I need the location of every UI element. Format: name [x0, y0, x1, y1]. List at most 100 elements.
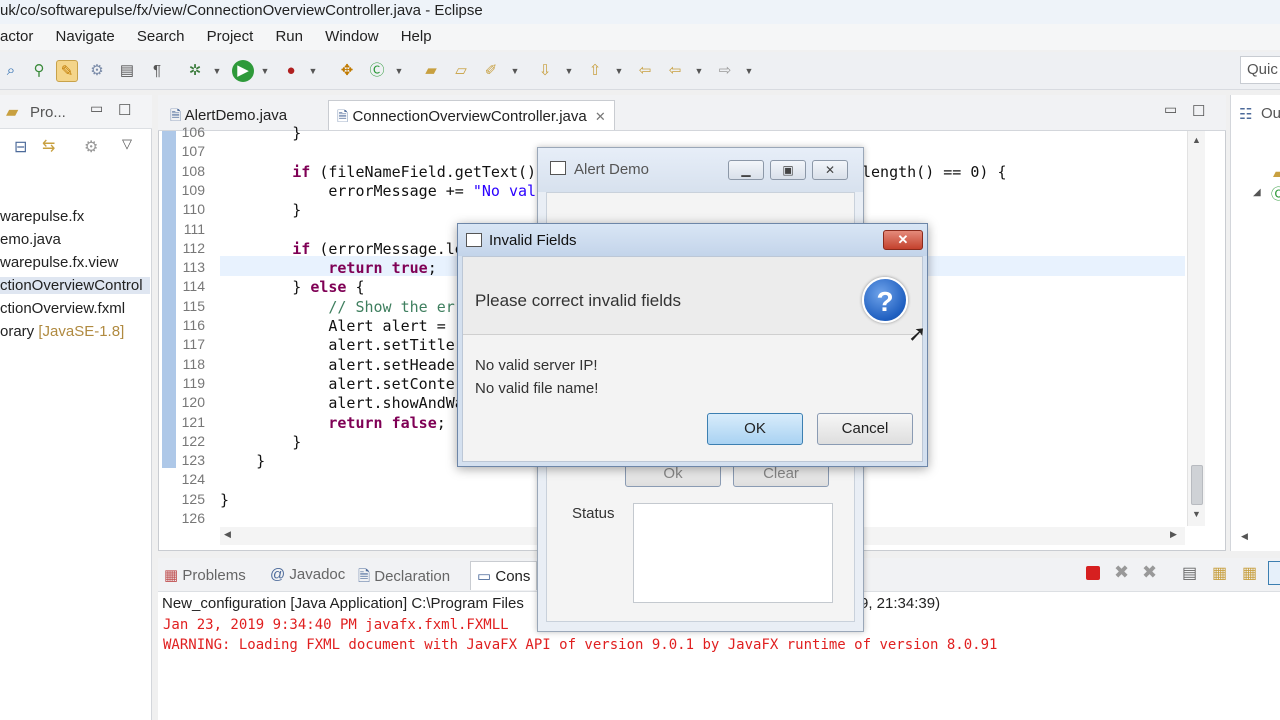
run-dropdown-icon[interactable]: ▼	[260, 60, 270, 82]
minimize-icon[interactable]: ▭	[90, 100, 103, 117]
question-icon: ?	[862, 277, 908, 323]
menu-help[interactable]: Help	[401, 24, 432, 50]
word-wrap-icon[interactable]: ▦	[1242, 563, 1257, 583]
mark-occurrences-icon[interactable]: ✎	[56, 60, 78, 82]
debug-icon[interactable]: ✲	[184, 60, 206, 82]
menu-run[interactable]: Run	[275, 24, 303, 50]
line-number: 117	[182, 336, 205, 352]
line-number: 118	[182, 356, 205, 372]
ok-button[interactable]: OK	[707, 413, 803, 445]
line-number: 121	[181, 414, 205, 430]
package-explorer-tab[interactable]: Pro...	[30, 104, 66, 121]
editor-maximize-icon[interactable]: ☐	[1192, 102, 1205, 120]
tree-item-file[interactable]: emo.java	[0, 231, 61, 248]
scroll-down-icon[interactable]: ▼	[1192, 509, 1201, 519]
new-package-icon[interactable]: ✥	[336, 60, 358, 82]
new-class-icon[interactable]: Ⓒ	[366, 60, 388, 82]
coverage-icon[interactable]: ●	[280, 60, 302, 82]
pin-icon[interactable]: ⚲	[28, 60, 50, 82]
code-line: alert.showAndWa	[220, 394, 464, 412]
java-file-icon: 🗎	[170, 107, 182, 123]
collapse-all-icon[interactable]: ⊟	[14, 137, 27, 157]
paragraph-icon[interactable]: ¶	[146, 60, 168, 82]
launch-info-time: 9, 21:34:39)	[860, 595, 941, 612]
debug-dropdown-icon[interactable]: ▼	[212, 60, 222, 82]
quick-access-input[interactable]: Quic	[1240, 56, 1280, 84]
tab-console[interactable]: ▭ Cons	[470, 561, 538, 590]
close-button[interactable]: ✕	[883, 230, 923, 250]
status-textarea[interactable]	[633, 503, 833, 603]
filter-icon[interactable]: ⚙	[84, 137, 98, 157]
scroll-left-icon[interactable]: ◀	[224, 529, 231, 540]
last-edit-icon[interactable]: ⇦	[634, 60, 656, 82]
view-menu-icon[interactable]: ▽	[122, 136, 132, 152]
tree-item-library[interactable]: orary [JavaSE-1.8]	[0, 323, 124, 340]
code-line: Alert alert = (	[220, 317, 464, 335]
previous-annotation-dropdown-icon[interactable]: ▼	[614, 60, 624, 82]
line-number: 125	[181, 491, 205, 507]
editor-vertical-scrollbar[interactable]: ▲ ▼	[1187, 131, 1205, 526]
clear-console-icon[interactable]: ▤	[1182, 563, 1197, 583]
menu-window[interactable]: Window	[325, 24, 378, 50]
new-class-dropdown-icon[interactable]: ▼	[394, 60, 404, 82]
package-explorer	[0, 95, 152, 720]
coverage-dropdown-icon[interactable]: ▼	[308, 60, 318, 82]
alert-demo-title-bar[interactable]: Alert Demo ▁ ▣ ✕	[538, 148, 863, 192]
tree-item-package[interactable]: warepulse.fx.view	[0, 254, 118, 271]
minimize-button[interactable]: ▁	[728, 160, 764, 180]
menu-search[interactable]: Search	[137, 24, 185, 50]
line-number: 107	[181, 143, 205, 159]
outline-tab[interactable]: Ou	[1261, 105, 1280, 122]
pin-console-icon[interactable]	[1268, 561, 1280, 585]
annotation-dropdown-icon[interactable]: ▼	[510, 60, 520, 82]
scroll-thumb[interactable]	[1191, 465, 1203, 505]
cancel-button[interactable]: Cancel	[817, 413, 913, 445]
expand-icon[interactable]: ◢	[1253, 187, 1261, 198]
dialog-title-bar[interactable]: Invalid Fields ✕	[458, 224, 927, 256]
block-selection-icon[interactable]: ⚙	[86, 60, 108, 82]
menu-refactor[interactable]: actor	[0, 24, 33, 50]
forward-icon[interactable]: ⇨	[714, 60, 736, 82]
forward-dropdown-icon[interactable]: ▼	[744, 60, 754, 82]
open-type-icon[interactable]: ▰	[420, 60, 442, 82]
maximize-icon[interactable]: ☐	[118, 101, 131, 119]
menu-project[interactable]: Project	[207, 24, 254, 50]
close-tab-icon[interactable]: ✕	[595, 109, 606, 124]
next-annotation-dropdown-icon[interactable]: ▼	[564, 60, 574, 82]
scroll-left-icon[interactable]: ◀	[1241, 531, 1248, 542]
back-dropdown-icon[interactable]: ▼	[694, 60, 704, 82]
search-icon[interactable]: ⌕	[0, 60, 22, 82]
terminate-icon[interactable]	[1086, 566, 1100, 580]
back-icon[interactable]: ⇦	[664, 60, 686, 82]
scroll-lock-icon[interactable]: ▦	[1212, 563, 1227, 583]
outline-view: ☷ Ou ▰ ◢ Ⓒ ◀	[1230, 95, 1280, 551]
scroll-up-icon[interactable]: ▲	[1192, 135, 1201, 145]
close-button[interactable]: ✕	[812, 160, 848, 180]
open-folder-icon[interactable]: ▱	[450, 60, 472, 82]
remove-all-icon[interactable]: ✖	[1142, 562, 1157, 583]
link-editor-icon[interactable]: ⇆	[42, 136, 55, 156]
code-line: } else {	[220, 278, 365, 296]
tab-javadoc[interactable]: @ Javadoc	[270, 566, 345, 583]
outline-icon: ☷	[1239, 106, 1253, 123]
tree-item-package[interactable]: warepulse.fx	[0, 208, 84, 225]
show-whitespace-icon[interactable]: ▤	[116, 60, 138, 82]
remove-launch-icon[interactable]: ✖	[1114, 562, 1129, 583]
next-annotation-icon[interactable]: ⇩	[534, 60, 556, 82]
editor-minimize-icon[interactable]: ▭	[1164, 101, 1177, 118]
mouse-cursor-icon: ➚	[908, 321, 927, 346]
scroll-right-icon[interactable]: ▶	[1170, 529, 1177, 540]
menu-navigate[interactable]: Navigate	[56, 24, 115, 50]
tree-item-file[interactable]: ctionOverview.fxml	[0, 300, 125, 317]
previous-annotation-icon[interactable]: ⇧	[584, 60, 606, 82]
line-number: 109	[181, 182, 205, 198]
line-number: 116	[182, 317, 205, 333]
annotation-icon[interactable]: ✐	[480, 60, 502, 82]
code-line: }	[220, 491, 230, 509]
run-icon[interactable]: ▶	[232, 60, 254, 82]
maximize-button[interactable]: ▣	[770, 160, 806, 180]
tab-connectionoverviewcontroller-java[interactable]: 🗎 ConnectionOverviewController.java ✕	[328, 100, 615, 130]
tab-declaration[interactable]: 🗎 Declaration	[358, 566, 450, 591]
tree-item-file-selected[interactable]: ctionOverviewControl	[0, 277, 150, 294]
tab-problems[interactable]: ▦ Problems	[164, 566, 246, 584]
